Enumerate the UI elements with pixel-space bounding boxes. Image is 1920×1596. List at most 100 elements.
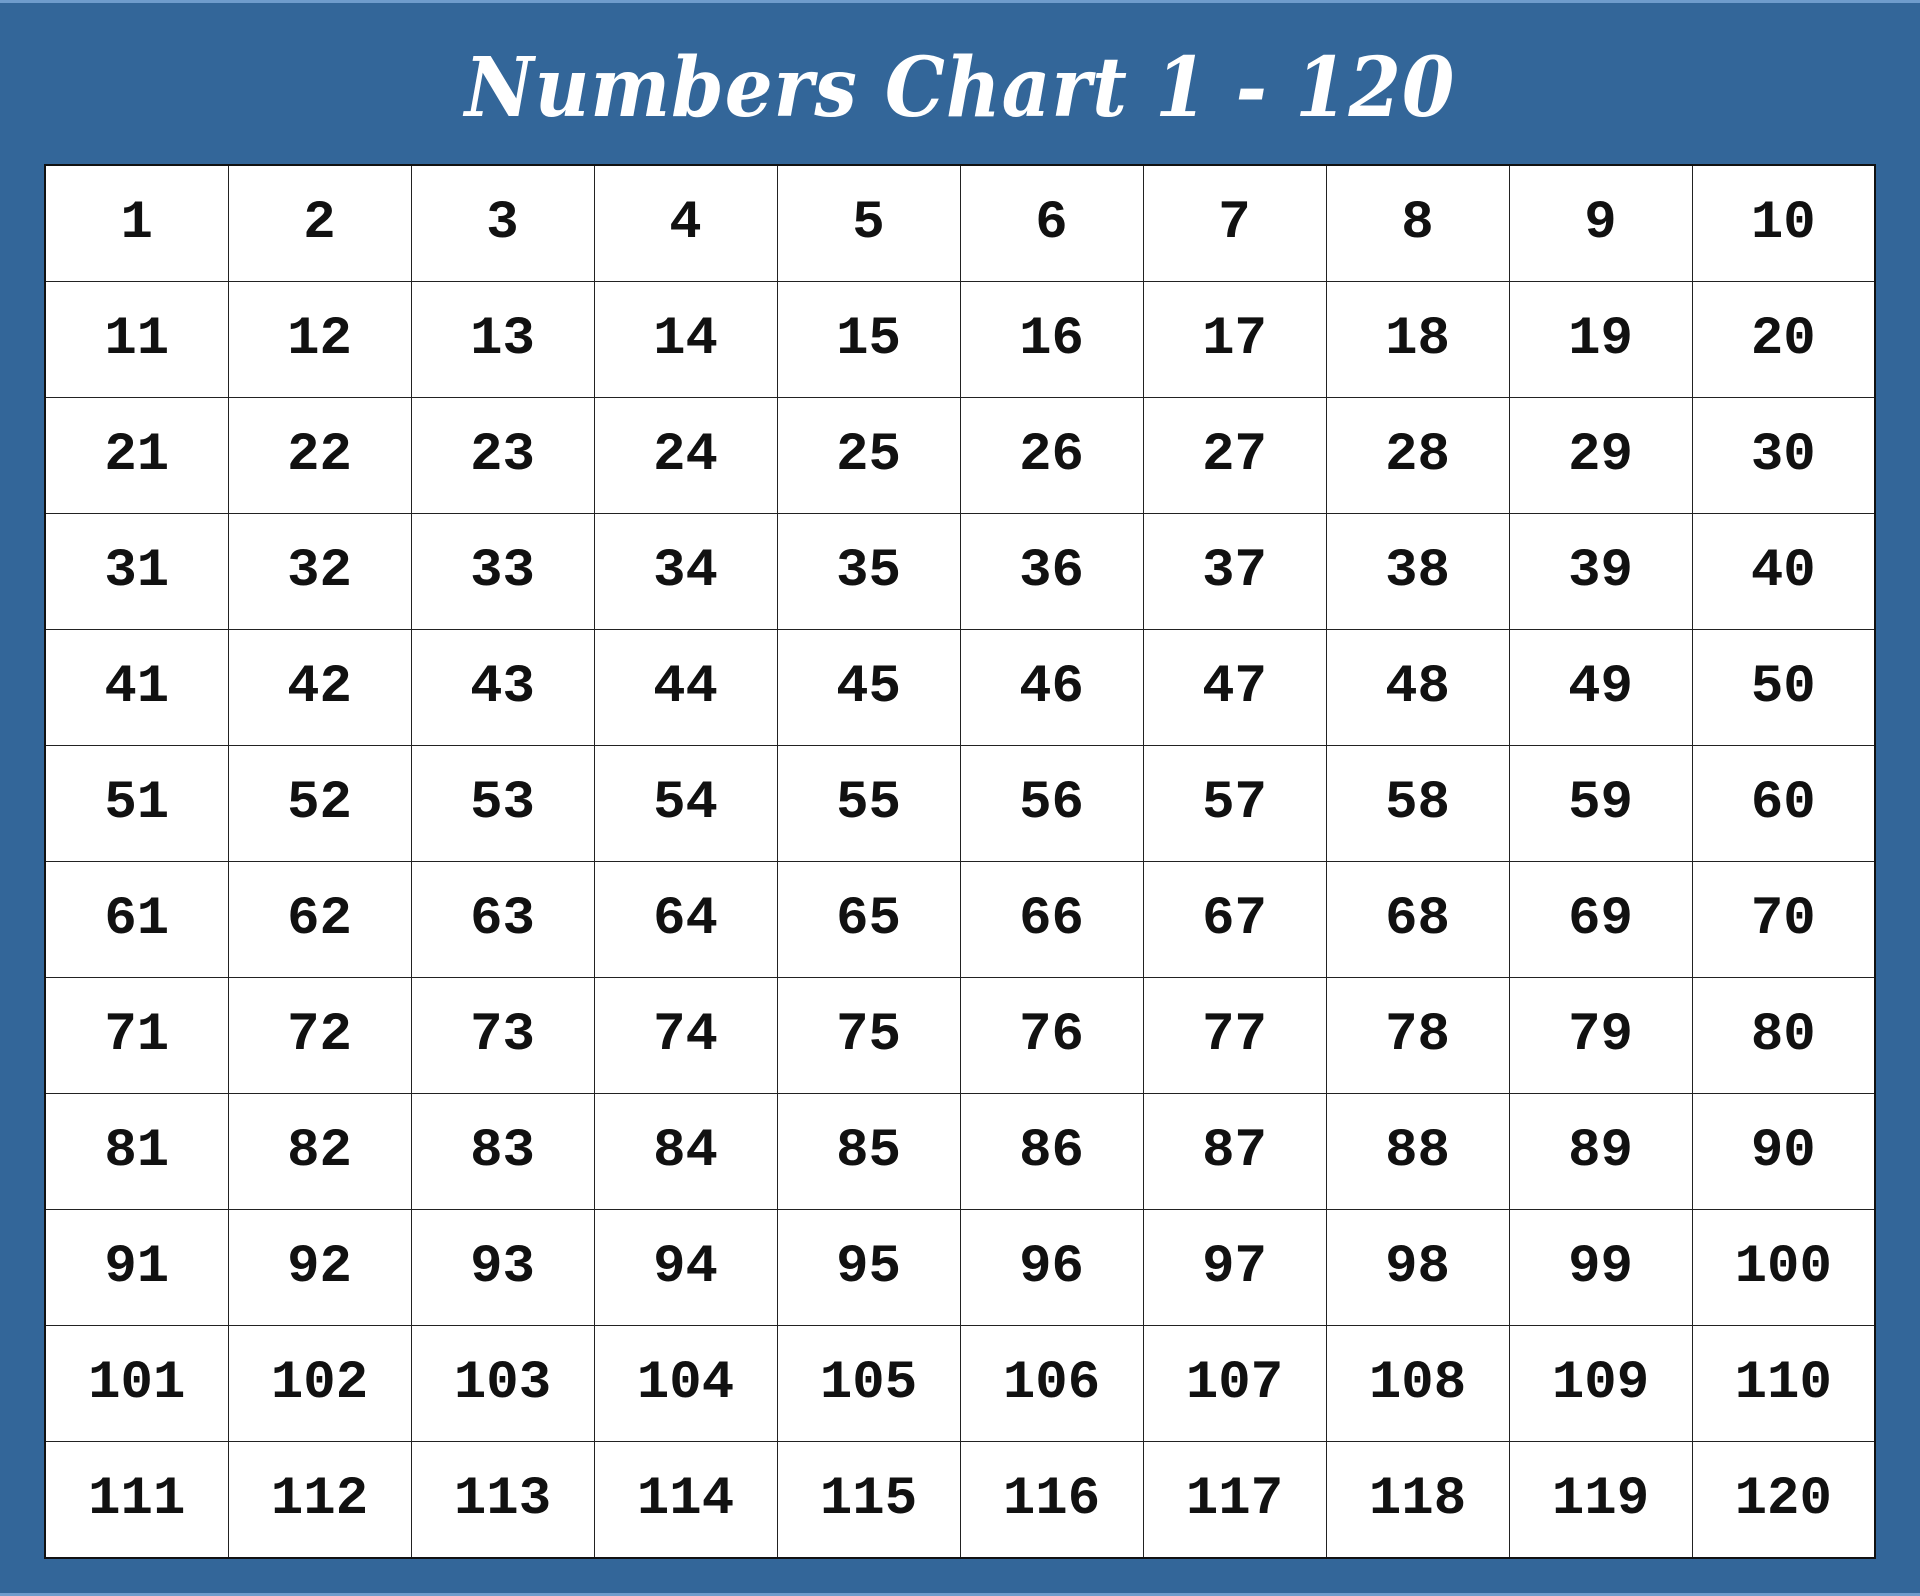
number-cell: 35 — [776, 513, 961, 630]
number-cell: 103 — [410, 1325, 595, 1442]
grid-row: 21 22 23 24 25 26 27 28 29 30 — [44, 397, 1876, 514]
number-cell: 89 — [1508, 1093, 1693, 1210]
number-cell: 37 — [1142, 513, 1327, 630]
number-cell: 14 — [593, 281, 778, 398]
number-cell: 65 — [776, 861, 961, 978]
number-cell: 82 — [227, 1093, 412, 1210]
number-cell: 31 — [44, 513, 229, 630]
number-cell: 58 — [1325, 745, 1510, 862]
grid-row: 41 42 43 44 45 46 47 48 49 50 — [44, 629, 1876, 746]
number-cell: 40 — [1691, 513, 1876, 630]
number-cell: 53 — [410, 745, 595, 862]
number-cell: 52 — [227, 745, 412, 862]
number-cell: 2 — [227, 164, 412, 282]
number-cell: 111 — [44, 1441, 229, 1559]
number-cell: 8 — [1325, 164, 1510, 282]
number-cell: 118 — [1325, 1441, 1510, 1559]
number-cell: 20 — [1691, 281, 1876, 398]
number-cell: 113 — [410, 1441, 595, 1559]
number-cell: 49 — [1508, 629, 1693, 746]
number-cell: 1 — [44, 164, 229, 282]
number-cell: 41 — [44, 629, 229, 746]
number-cell: 105 — [776, 1325, 961, 1442]
number-cell: 66 — [959, 861, 1144, 978]
number-cell: 46 — [959, 629, 1144, 746]
number-cell: 50 — [1691, 629, 1876, 746]
number-cell: 90 — [1691, 1093, 1876, 1210]
number-cell: 28 — [1325, 397, 1510, 514]
number-cell: 104 — [593, 1325, 778, 1442]
number-cell: 91 — [44, 1209, 229, 1326]
number-cell: 110 — [1691, 1325, 1876, 1442]
number-cell: 61 — [44, 861, 229, 978]
number-cell: 116 — [959, 1441, 1144, 1559]
number-cell: 6 — [959, 164, 1144, 282]
number-cell: 60 — [1691, 745, 1876, 862]
number-cell: 120 — [1691, 1441, 1876, 1559]
number-cell: 107 — [1142, 1325, 1327, 1442]
number-cell: 97 — [1142, 1209, 1327, 1326]
number-cell: 108 — [1325, 1325, 1510, 1442]
number-cell: 45 — [776, 629, 961, 746]
number-cell: 4 — [593, 164, 778, 282]
number-cell: 96 — [959, 1209, 1144, 1326]
number-cell: 70 — [1691, 861, 1876, 978]
number-cell: 80 — [1691, 977, 1876, 1094]
number-cell: 57 — [1142, 745, 1327, 862]
number-cell: 99 — [1508, 1209, 1693, 1326]
number-cell: 84 — [593, 1093, 778, 1210]
number-cell: 59 — [1508, 745, 1693, 862]
number-cell: 13 — [410, 281, 595, 398]
number-cell: 12 — [227, 281, 412, 398]
number-cell: 98 — [1325, 1209, 1510, 1326]
number-cell: 19 — [1508, 281, 1693, 398]
number-cell: 27 — [1142, 397, 1327, 514]
number-cell: 22 — [227, 397, 412, 514]
number-cell: 51 — [44, 745, 229, 862]
number-cell: 48 — [1325, 629, 1510, 746]
number-cell: 115 — [776, 1441, 961, 1559]
number-cell: 76 — [959, 977, 1144, 1094]
number-cell: 44 — [593, 629, 778, 746]
number-cell: 18 — [1325, 281, 1510, 398]
number-cell: 81 — [44, 1093, 229, 1210]
number-cell: 21 — [44, 397, 229, 514]
number-cell: 33 — [410, 513, 595, 630]
number-cell: 56 — [959, 745, 1144, 862]
grid-row: 61 62 63 64 65 66 67 68 69 70 — [44, 861, 1876, 978]
grid-row: 71 72 73 74 75 76 77 78 79 80 — [44, 977, 1876, 1094]
number-cell: 62 — [227, 861, 412, 978]
number-cell: 16 — [959, 281, 1144, 398]
number-cell: 106 — [959, 1325, 1144, 1442]
grid-row: 91 92 93 94 95 96 97 98 99 100 — [44, 1209, 1876, 1326]
number-cell: 86 — [959, 1093, 1144, 1210]
number-cell: 102 — [227, 1325, 412, 1442]
number-cell: 7 — [1142, 164, 1327, 282]
grid-row: 11 12 13 14 15 16 17 18 19 20 — [44, 281, 1876, 398]
number-cell: 3 — [410, 164, 595, 282]
grid-row: 101 102 103 104 105 106 107 108 109 110 — [44, 1325, 1876, 1442]
number-cell: 74 — [593, 977, 778, 1094]
number-cell: 69 — [1508, 861, 1693, 978]
number-cell: 85 — [776, 1093, 961, 1210]
number-cell: 71 — [44, 977, 229, 1094]
number-cell: 93 — [410, 1209, 595, 1326]
number-cell: 24 — [593, 397, 778, 514]
number-cell: 26 — [959, 397, 1144, 514]
number-cell: 9 — [1508, 164, 1693, 282]
number-cell: 17 — [1142, 281, 1327, 398]
number-cell: 68 — [1325, 861, 1510, 978]
number-cell: 77 — [1142, 977, 1327, 1094]
number-cell: 75 — [776, 977, 961, 1094]
number-cell: 25 — [776, 397, 961, 514]
number-cell: 47 — [1142, 629, 1327, 746]
number-cell: 94 — [593, 1209, 778, 1326]
number-cell: 39 — [1508, 513, 1693, 630]
grid-body: 1 2 3 4 5 6 7 8 9 10 11 12 13 14 15 16 17 18 19 20 21 22 23 24 2… — [44, 164, 1876, 1559]
number-cell: 88 — [1325, 1093, 1510, 1210]
number-cell: 83 — [410, 1093, 595, 1210]
number-cell: 34 — [593, 513, 778, 630]
number-cell: 119 — [1508, 1441, 1693, 1559]
number-cell: 114 — [593, 1441, 778, 1559]
number-cell: 11 — [44, 281, 229, 398]
